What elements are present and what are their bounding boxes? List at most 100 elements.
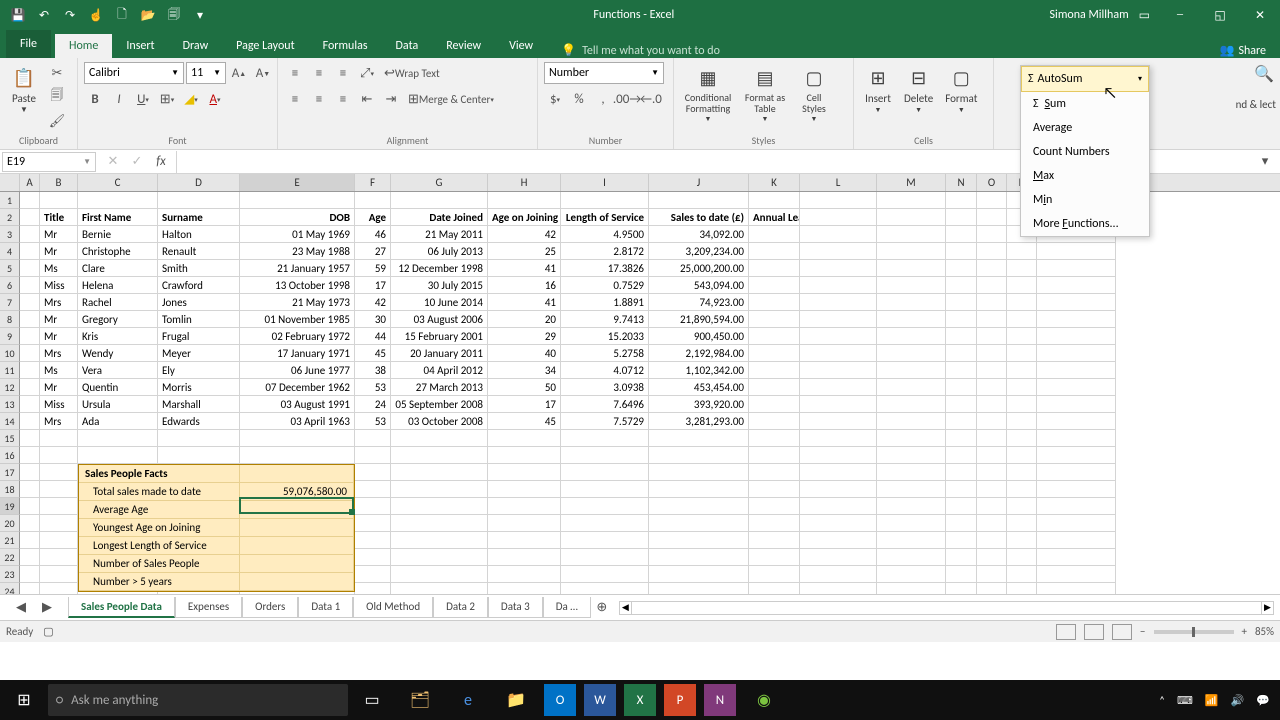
cell[interactable] xyxy=(355,515,391,532)
cell[interactable] xyxy=(1037,260,1116,277)
cell[interactable] xyxy=(391,447,488,464)
cell[interactable] xyxy=(20,379,40,396)
cell[interactable] xyxy=(20,260,40,277)
cell[interactable]: 17 January 1971 xyxy=(240,345,355,362)
cell[interactable] xyxy=(20,498,40,515)
cell[interactable]: Mrs xyxy=(40,294,78,311)
cell[interactable] xyxy=(877,226,946,243)
cell[interactable]: Ely xyxy=(158,362,240,379)
align-top-icon[interactable]: ≡ xyxy=(284,62,306,84)
cell[interactable] xyxy=(877,243,946,260)
merge-center-button[interactable]: ⊞ Merge & Center ▾ xyxy=(404,88,498,110)
cell[interactable]: Mrs xyxy=(40,413,78,430)
row-header[interactable]: 12 xyxy=(0,379,20,396)
quick-print-icon[interactable]: 🗐 xyxy=(164,5,184,25)
cell[interactable] xyxy=(1007,260,1037,277)
cell[interactable] xyxy=(800,243,877,260)
cell[interactable] xyxy=(488,549,561,566)
cell[interactable] xyxy=(1007,566,1037,583)
cell[interactable] xyxy=(488,192,561,209)
cell[interactable] xyxy=(877,583,946,594)
cell[interactable]: Date Joined xyxy=(391,209,488,226)
autosum-sum[interactable]: ΣSum xyxy=(1021,92,1149,116)
cell[interactable] xyxy=(749,379,800,396)
cell[interactable] xyxy=(1037,583,1116,594)
cell[interactable] xyxy=(1007,481,1037,498)
minimize-button[interactable]: ─ xyxy=(1160,0,1200,30)
cell[interactable] xyxy=(977,226,1007,243)
cell[interactable] xyxy=(977,192,1007,209)
cell[interactable] xyxy=(561,583,649,594)
cell[interactable] xyxy=(20,464,40,481)
cell[interactable]: 41 xyxy=(488,294,561,311)
cell[interactable] xyxy=(1037,345,1116,362)
cell[interactable] xyxy=(1007,413,1037,430)
cell[interactable] xyxy=(877,566,946,583)
cell[interactable]: 9.7413 xyxy=(561,311,649,328)
sheet-nav-prev-icon[interactable]: ◀ xyxy=(10,597,32,619)
copy-icon[interactable]: 🗐 xyxy=(46,86,68,108)
wrap-text-button[interactable]: ↩ Wrap Text xyxy=(380,62,444,84)
cell[interactable] xyxy=(1037,362,1116,379)
zoom-out-icon[interactable]: − xyxy=(1140,625,1145,638)
cell[interactable]: Bernie xyxy=(78,226,158,243)
cell[interactable] xyxy=(1007,396,1037,413)
underline-icon[interactable]: U▾ xyxy=(132,88,154,110)
cell[interactable] xyxy=(749,549,800,566)
sheet-tab[interactable]: Da … xyxy=(543,597,591,618)
cell[interactable] xyxy=(749,260,800,277)
cell[interactable] xyxy=(40,464,78,481)
cell[interactable] xyxy=(561,464,649,481)
cell[interactable]: DOB xyxy=(240,209,355,226)
cell[interactable]: 50 xyxy=(488,379,561,396)
col-header-N[interactable]: N xyxy=(946,174,977,191)
cell[interactable]: 59 xyxy=(355,260,391,277)
restore-button[interactable]: ◱ xyxy=(1200,0,1240,30)
sheet-tab[interactable]: Old Method xyxy=(353,597,433,618)
col-header-B[interactable]: B xyxy=(40,174,78,191)
outlook-icon[interactable]: O xyxy=(544,684,576,716)
cell[interactable]: Miss xyxy=(40,277,78,294)
cell[interactable] xyxy=(649,192,749,209)
cell[interactable]: 25,000,200.00 xyxy=(649,260,749,277)
cell[interactable]: 27 March 2013 xyxy=(391,379,488,396)
cell[interactable]: 30 xyxy=(355,311,391,328)
cell[interactable] xyxy=(977,430,1007,447)
cell[interactable]: Morris xyxy=(158,379,240,396)
col-header-J[interactable]: J xyxy=(649,174,749,191)
cell[interactable] xyxy=(1007,243,1037,260)
cell[interactable] xyxy=(20,328,40,345)
find-icon[interactable]: 🔍 xyxy=(1254,64,1274,84)
enter-formula-icon[interactable]: ✓ xyxy=(126,151,148,173)
cell[interactable]: Mr xyxy=(40,226,78,243)
tab-home[interactable]: Home xyxy=(55,34,112,58)
cell[interactable] xyxy=(977,532,1007,549)
cell[interactable]: Title xyxy=(40,209,78,226)
cell[interactable] xyxy=(877,413,946,430)
cell[interactable]: Vera xyxy=(78,362,158,379)
col-header-K[interactable]: K xyxy=(749,174,800,191)
cell[interactable]: 46 xyxy=(355,226,391,243)
cell[interactable] xyxy=(946,243,977,260)
cell[interactable]: 29 xyxy=(488,328,561,345)
cell[interactable]: 01 May 1969 xyxy=(240,226,355,243)
cell[interactable]: 23 May 1988 xyxy=(240,243,355,260)
cell[interactable]: 10 June 2014 xyxy=(391,294,488,311)
cell[interactable]: 03 August 1991 xyxy=(240,396,355,413)
cell[interactable] xyxy=(946,209,977,226)
accounting-format-icon[interactable]: $▾ xyxy=(544,88,566,110)
cell[interactable] xyxy=(1037,515,1116,532)
cell[interactable]: 44 xyxy=(355,328,391,345)
cell[interactable] xyxy=(977,362,1007,379)
start-button[interactable]: ⊞ xyxy=(0,680,48,720)
cell[interactable] xyxy=(946,532,977,549)
sheet-nav-next-icon[interactable]: ▶ xyxy=(36,597,58,619)
cell[interactable]: 45 xyxy=(355,345,391,362)
sheet-tab[interactable]: Data 3 xyxy=(488,597,543,618)
cell[interactable]: Miss xyxy=(40,396,78,413)
cell[interactable]: 7.6496 xyxy=(561,396,649,413)
cell[interactable] xyxy=(749,311,800,328)
row-header[interactable]: 23 xyxy=(0,566,20,583)
cell[interactable] xyxy=(749,481,800,498)
cell[interactable]: 30 July 2015 xyxy=(391,277,488,294)
